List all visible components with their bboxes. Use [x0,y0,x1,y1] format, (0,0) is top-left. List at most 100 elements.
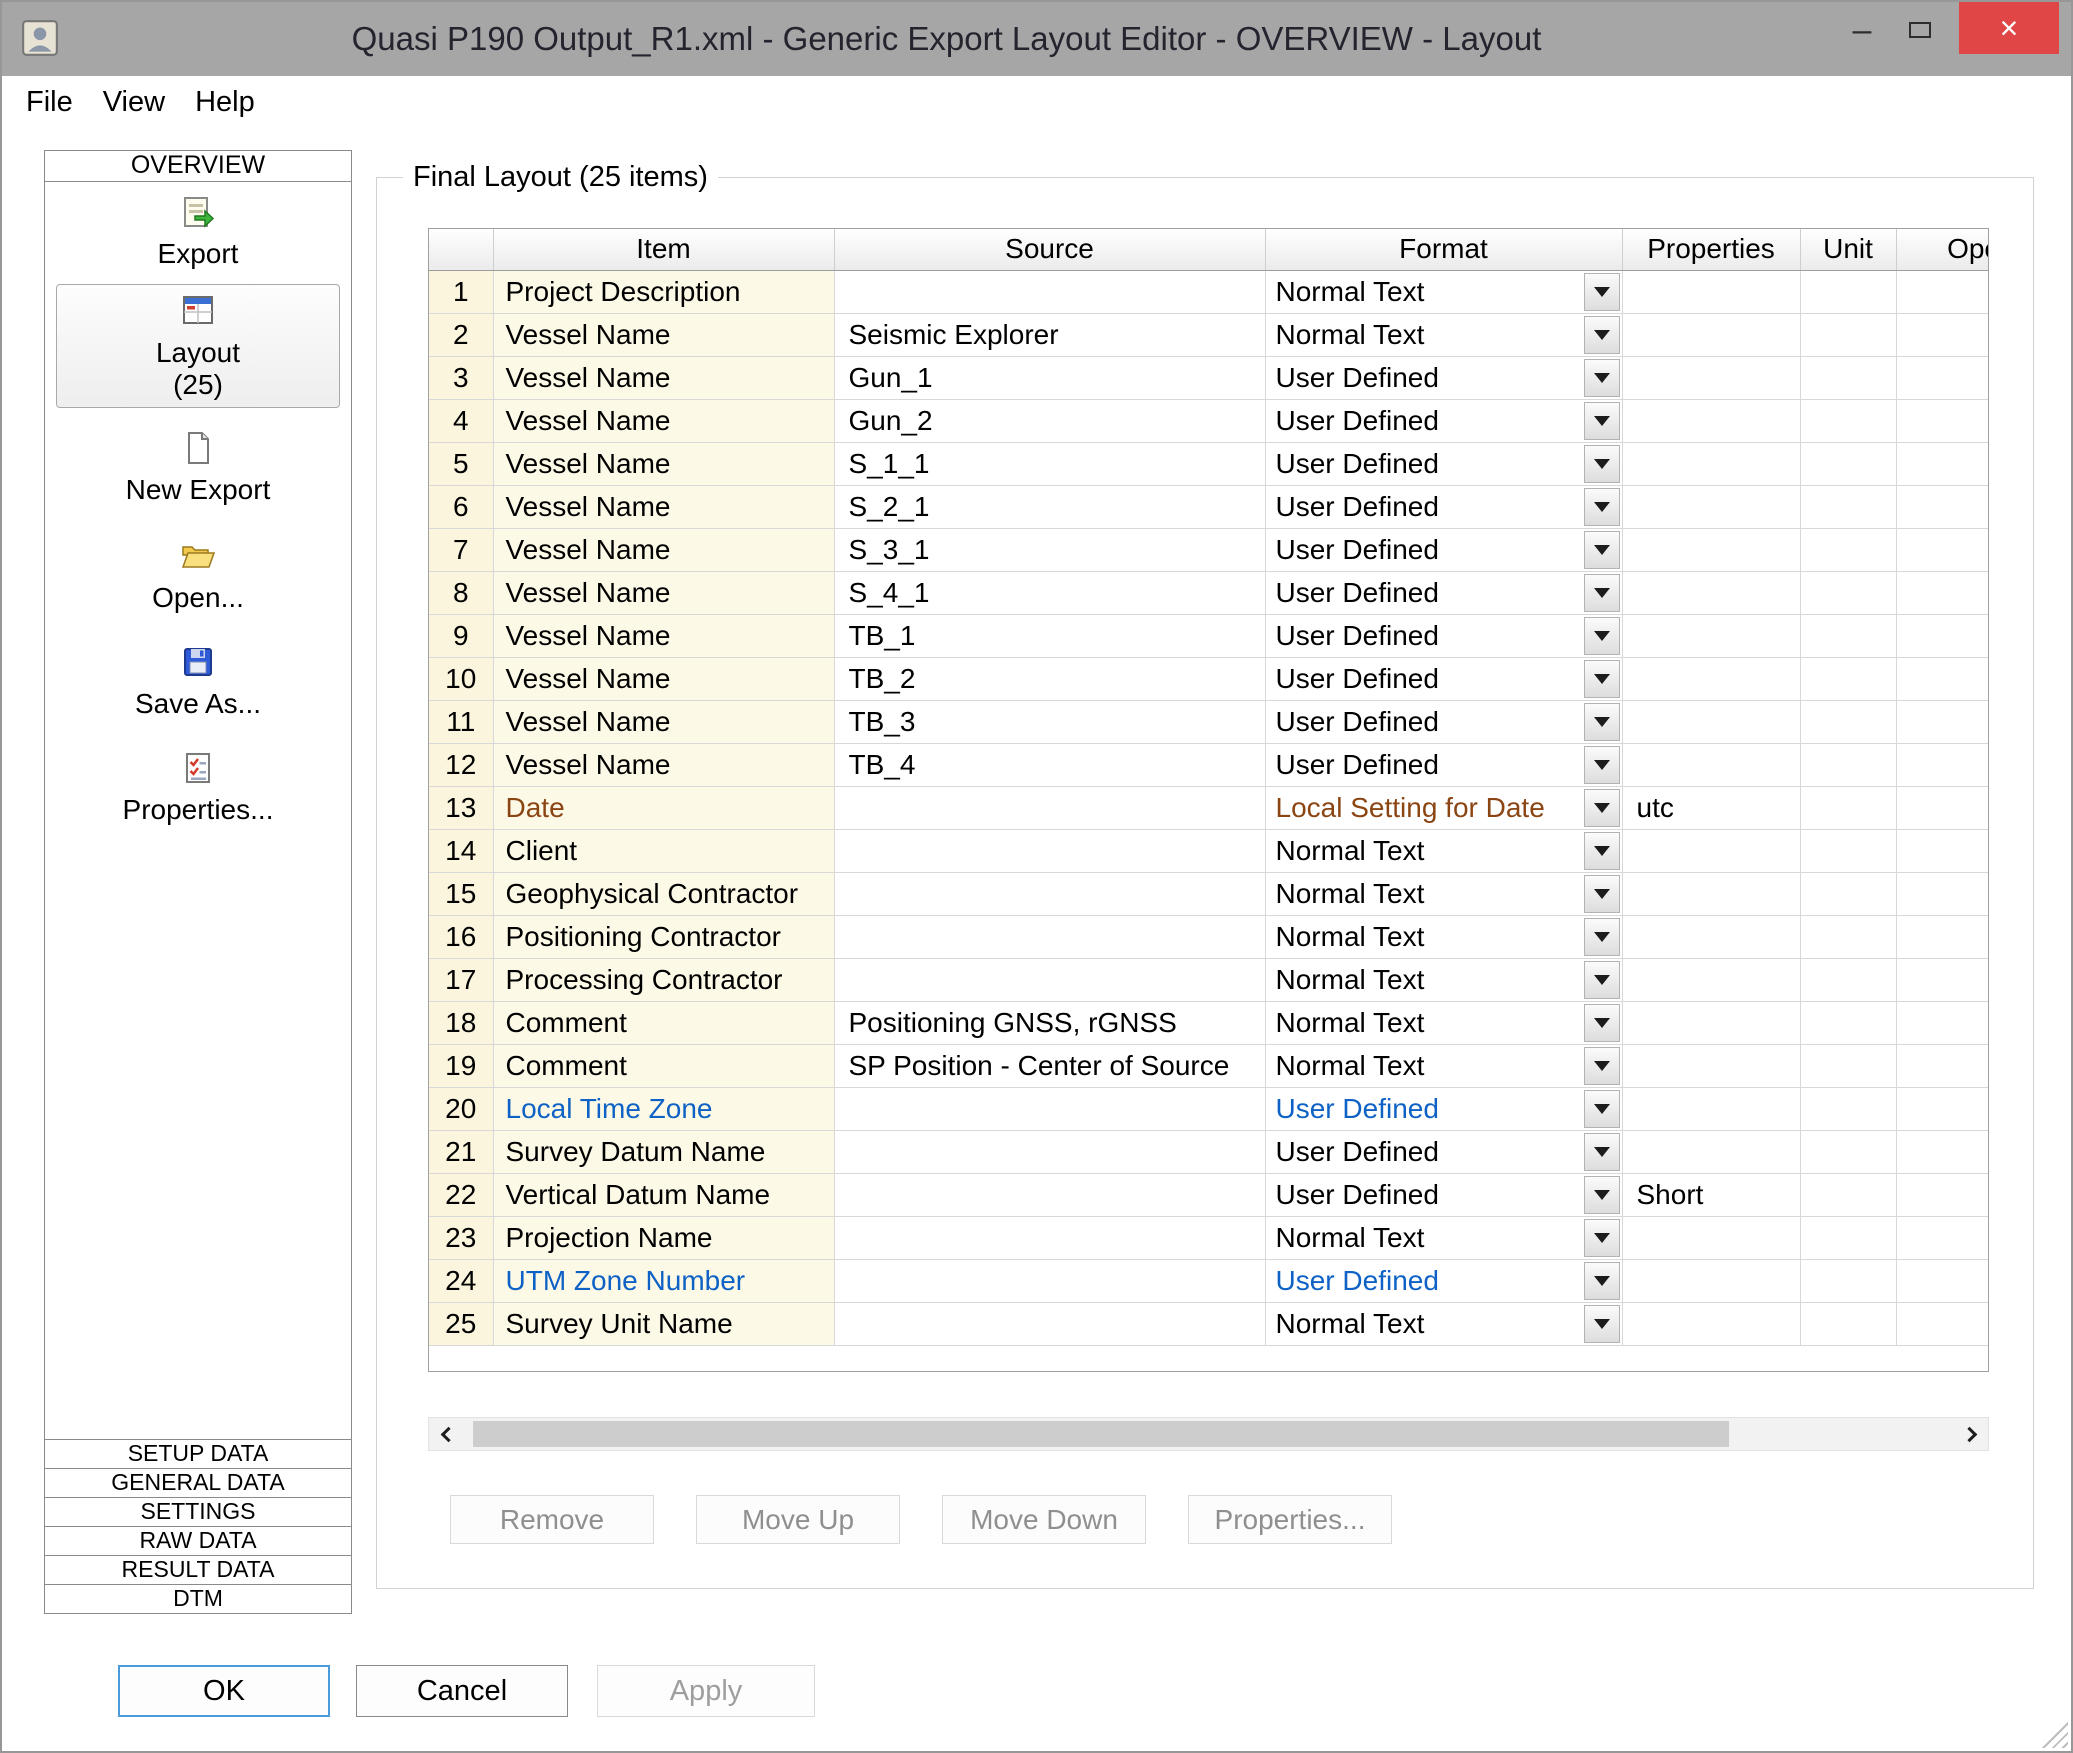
cell-format[interactable]: User Defined [1265,528,1622,571]
column-header[interactable] [429,229,493,270]
horizontal-scrollbar[interactable] [428,1417,1989,1451]
cell-row-number[interactable]: 12 [429,743,493,786]
cell-properties[interactable] [1622,528,1800,571]
dropdown-arrow-icon[interactable] [1584,789,1620,827]
cell-row-number[interactable]: 7 [429,528,493,571]
cell-properties[interactable] [1622,657,1800,700]
cell-item[interactable]: Positioning Contractor [493,915,834,958]
table-row[interactable]: 1Project DescriptionNormal Text [429,270,1989,313]
cell-properties[interactable] [1622,442,1800,485]
cell-item[interactable]: Client [493,829,834,872]
cell-unit[interactable] [1800,872,1896,915]
dropdown-arrow-icon[interactable] [1584,660,1620,698]
cell-unit[interactable] [1800,1001,1896,1044]
titlebar[interactable]: Quasi P190 Output_R1.xml - Generic Expor… [2,2,2071,76]
cell-row-number[interactable]: 4 [429,399,493,442]
table-row[interactable]: 4Vessel NameGun_2User Defined [429,399,1989,442]
table-row[interactable]: 24UTM Zone NumberUser Defined [429,1259,1989,1302]
sidebar-tab-setup-data[interactable]: SETUP DATA [45,1439,351,1468]
cell-item[interactable]: Vessel Name [493,313,834,356]
cell-unit[interactable] [1800,528,1896,571]
dropdown-arrow-icon[interactable] [1584,918,1620,956]
column-header[interactable]: Source [834,229,1265,270]
cell-source[interactable]: Gun_2 [834,399,1265,442]
cell-properties[interactable] [1622,1130,1800,1173]
format-dropdown[interactable]: User Defined [1266,701,1622,743]
cell-row-number[interactable]: 22 [429,1173,493,1216]
format-dropdown[interactable]: Local Setting for Date [1266,787,1622,829]
dropdown-arrow-icon[interactable] [1584,574,1620,612]
cell-format[interactable]: Normal Text [1265,915,1622,958]
dropdown-arrow-icon[interactable] [1584,273,1620,311]
cell-unit[interactable] [1800,356,1896,399]
cell-item[interactable]: Vessel Name [493,528,834,571]
table-row[interactable]: 5Vessel NameS_1_1User Defined [429,442,1989,485]
cell-unit[interactable] [1800,700,1896,743]
table-row[interactable]: 19CommentSP Position - Center of SourceN… [429,1044,1989,1087]
sidebar-item-save-as[interactable]: Save As... [135,644,261,720]
cell-properties[interactable] [1622,1216,1800,1259]
cell-item[interactable]: Comment [493,1044,834,1087]
table-row[interactable]: 21Survey Datum NameUser Defined [429,1130,1989,1173]
cell-item[interactable]: Vessel Name [493,399,834,442]
cell-format[interactable]: User Defined [1265,571,1622,614]
dropdown-arrow-icon[interactable] [1584,359,1620,397]
cell-row-number[interactable]: 13 [429,786,493,829]
cell-source[interactable]: S_3_1 [834,528,1265,571]
table-row[interactable]: 12Vessel NameTB_4User Defined [429,743,1989,786]
maximize-button[interactable] [1891,2,1949,58]
cell-row-number[interactable]: 17 [429,958,493,1001]
format-dropdown[interactable]: User Defined [1266,529,1622,571]
cell-row-number[interactable]: 23 [429,1216,493,1259]
table-row[interactable]: 20Local Time ZoneUser Defined [429,1087,1989,1130]
move-up-button[interactable]: Move Up [696,1495,900,1544]
cell-format[interactable]: Normal Text [1265,1001,1622,1044]
column-header[interactable]: Properties [1622,229,1800,270]
cell-row-number[interactable]: 8 [429,571,493,614]
format-dropdown[interactable]: User Defined [1266,400,1622,442]
cell-operator[interactable] [1896,829,1989,872]
format-dropdown[interactable]: User Defined [1266,1088,1622,1130]
dropdown-arrow-icon[interactable] [1584,832,1620,870]
cell-operator[interactable] [1896,1001,1989,1044]
cell-unit[interactable] [1800,1130,1896,1173]
cell-source[interactable]: SP Position - Center of Source [834,1044,1265,1087]
table-row[interactable]: 14ClientNormal Text [429,829,1989,872]
cell-properties[interactable] [1622,1044,1800,1087]
format-dropdown[interactable]: Normal Text [1266,959,1622,1001]
cell-format[interactable]: User Defined [1265,1173,1622,1216]
table-row[interactable]: 23Projection NameNormal Text [429,1216,1989,1259]
cell-properties[interactable] [1622,614,1800,657]
cell-format[interactable]: Normal Text [1265,1044,1622,1087]
dropdown-arrow-icon[interactable] [1584,1305,1620,1343]
cell-source[interactable] [834,915,1265,958]
cell-operator[interactable] [1896,270,1989,313]
column-header[interactable]: Opera [1896,229,1989,270]
format-dropdown[interactable]: User Defined [1266,1174,1622,1216]
cell-format[interactable]: User Defined [1265,700,1622,743]
format-dropdown[interactable]: User Defined [1266,572,1622,614]
cell-properties[interactable] [1622,743,1800,786]
cell-properties[interactable] [1622,270,1800,313]
cell-source[interactable] [834,829,1265,872]
cell-properties[interactable] [1622,1259,1800,1302]
format-dropdown[interactable]: User Defined [1266,615,1622,657]
cell-row-number[interactable]: 21 [429,1130,493,1173]
cell-operator[interactable] [1896,1044,1989,1087]
format-dropdown[interactable]: Normal Text [1266,873,1622,915]
dropdown-arrow-icon[interactable] [1584,531,1620,569]
cell-row-number[interactable]: 25 [429,1302,493,1345]
cell-item[interactable]: Vessel Name [493,700,834,743]
cell-item[interactable]: Vessel Name [493,657,834,700]
cell-operator[interactable] [1896,1216,1989,1259]
cell-unit[interactable] [1800,614,1896,657]
cell-unit[interactable] [1800,829,1896,872]
cell-format[interactable]: User Defined [1265,399,1622,442]
cell-operator[interactable] [1896,1302,1989,1345]
cell-operator[interactable] [1896,657,1989,700]
dropdown-arrow-icon[interactable] [1584,316,1620,354]
table-row[interactable]: 22Vertical Datum NameUser DefinedShort [429,1173,1989,1216]
cell-item[interactable]: Local Time Zone [493,1087,834,1130]
cell-operator[interactable] [1896,1173,1989,1216]
cell-format[interactable]: User Defined [1265,614,1622,657]
